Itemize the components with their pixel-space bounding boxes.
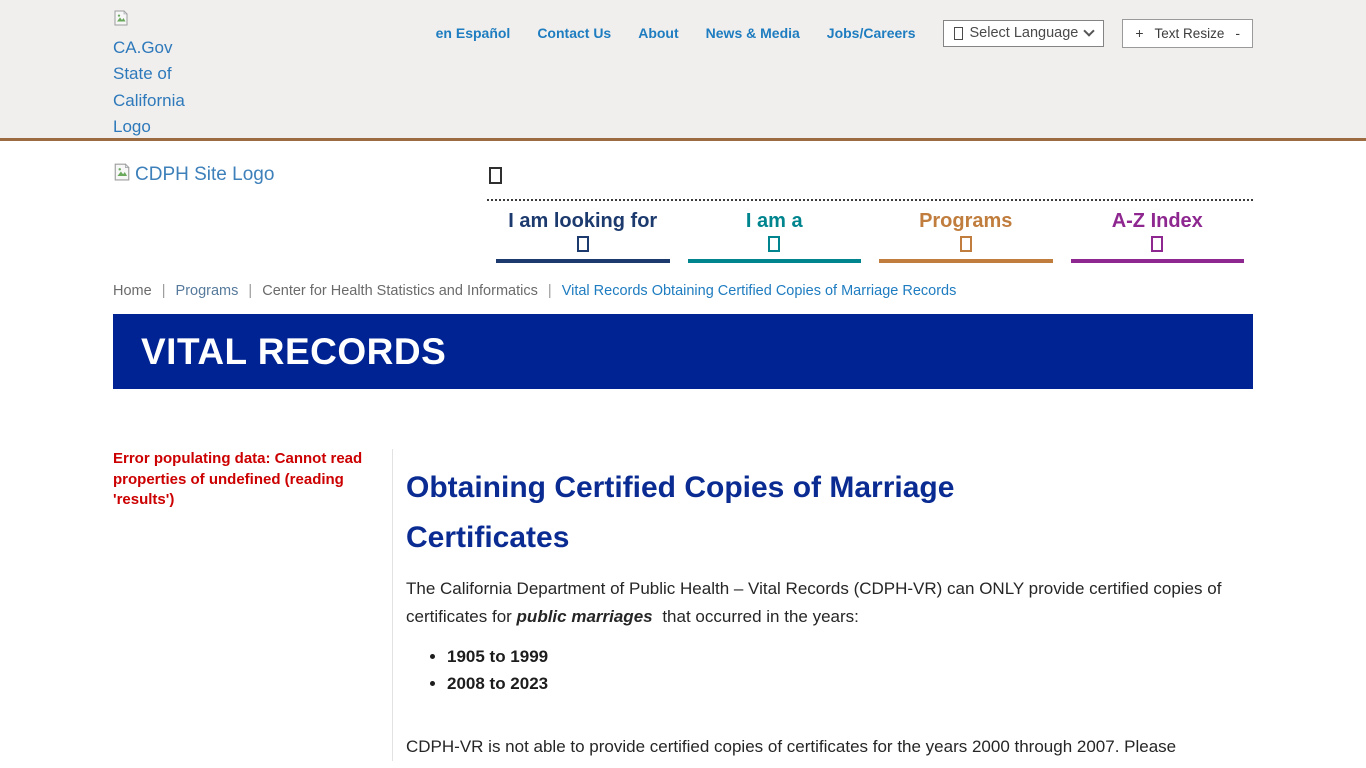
breadcrumb-current-page[interactable]: Vital Records Obtaining Certified Copies…: [562, 283, 957, 299]
banner-title: VITAL RECORDS: [141, 331, 446, 373]
breadcrumb-separator: |: [548, 283, 552, 299]
site-header: CDPH Site Logo I am looking for I am a P…: [0, 141, 1366, 263]
sidebar: Error populating data: Cannot read prope…: [113, 449, 392, 761]
text-resize-control: + Text Resize -: [1122, 19, 1253, 48]
note-paragraph: CDPH-VR is not able to provide certified…: [406, 733, 1253, 761]
globe-icon: [954, 27, 963, 40]
nav-underline: [1071, 259, 1245, 263]
link-news-media[interactable]: News & Media: [706, 25, 800, 41]
language-select-label: Select Language: [970, 25, 1079, 41]
nav-i-am-a[interactable]: I am a: [679, 201, 871, 263]
link-contact-us[interactable]: Contact Us: [537, 25, 611, 41]
chevron-down-icon: [1151, 236, 1163, 252]
breadcrumb-separator: |: [248, 283, 252, 299]
ca-gov-logo-alt-text: CA.Gov State of California Logo: [113, 38, 185, 137]
broken-image-icon: [113, 163, 131, 187]
text-resize-label: Text Resize: [1155, 26, 1225, 41]
chevron-down-icon: [1084, 25, 1095, 36]
nav-label: Programs: [919, 210, 1012, 232]
nav-a-z-index[interactable]: A-Z Index: [1062, 201, 1254, 263]
breadcrumb: Home | Programs | Center for Health Stat…: [113, 263, 1253, 299]
nav-programs[interactable]: Programs: [870, 201, 1062, 263]
chevron-down-icon: [960, 236, 972, 252]
primary-nav: I am looking for I am a Programs A-Z Ind…: [487, 201, 1253, 263]
cdph-site-logo-link[interactable]: CDPH Site Logo: [113, 163, 274, 263]
utility-nav: en Español Contact Us About News & Media…: [436, 25, 943, 41]
broken-image-icon: [113, 8, 129, 35]
main-content: Obtaining Certified Copies of Marriage C…: [392, 449, 1253, 761]
breadcrumb-home[interactable]: Home: [113, 283, 152, 299]
language-select-dropdown[interactable]: Select Language: [943, 20, 1105, 47]
link-about[interactable]: About: [638, 25, 678, 41]
breadcrumb-programs[interactable]: Programs: [176, 283, 239, 299]
intro-paragraph: The California Department of Public Heal…: [406, 575, 1253, 631]
ca-gov-logo-link[interactable]: CA.Gov State of California Logo: [113, 8, 185, 141]
nav-underline: [688, 259, 862, 263]
year-range-item: 1905 to 1999: [447, 643, 1253, 670]
primary-nav-block: I am looking for I am a Programs A-Z Ind…: [487, 155, 1253, 263]
sidebar-error-message: Error populating data: Cannot read prope…: [113, 449, 363, 511]
breadcrumb-chsi[interactable]: Center for Health Statistics and Informa…: [262, 283, 538, 299]
link-jobs-careers[interactable]: Jobs/Careers: [827, 25, 916, 41]
breadcrumb-separator: |: [162, 283, 166, 299]
cdph-logo-alt-text: CDPH Site Logo: [135, 164, 274, 185]
page-banner: VITAL RECORDS: [113, 314, 1253, 389]
text-decrease-button[interactable]: -: [1235, 25, 1240, 41]
page-title: Obtaining Certified Copies of Marriage C…: [406, 463, 1106, 563]
nav-i-am-looking-for[interactable]: I am looking for: [487, 201, 679, 263]
nav-label: I am a: [746, 210, 803, 232]
intro-emphasis: public marriages: [517, 607, 653, 626]
nav-label: A-Z Index: [1112, 210, 1203, 232]
text-increase-button[interactable]: +: [1135, 25, 1143, 41]
nav-underline: [879, 259, 1053, 263]
nav-underline: [496, 259, 670, 263]
chevron-down-icon: [577, 236, 589, 252]
search-icon[interactable]: [489, 167, 502, 184]
year-ranges-list: 1905 to 1999 2008 to 2023: [406, 643, 1253, 697]
utility-bar: CA.Gov State of California Logo en Españ…: [0, 0, 1366, 141]
year-range-item: 2008 to 2023: [447, 670, 1253, 697]
link-en-espanol[interactable]: en Español: [436, 25, 511, 41]
intro-text: that occurred in the years:: [653, 607, 859, 626]
nav-label: I am looking for: [508, 210, 657, 232]
chevron-down-icon: [768, 236, 780, 252]
